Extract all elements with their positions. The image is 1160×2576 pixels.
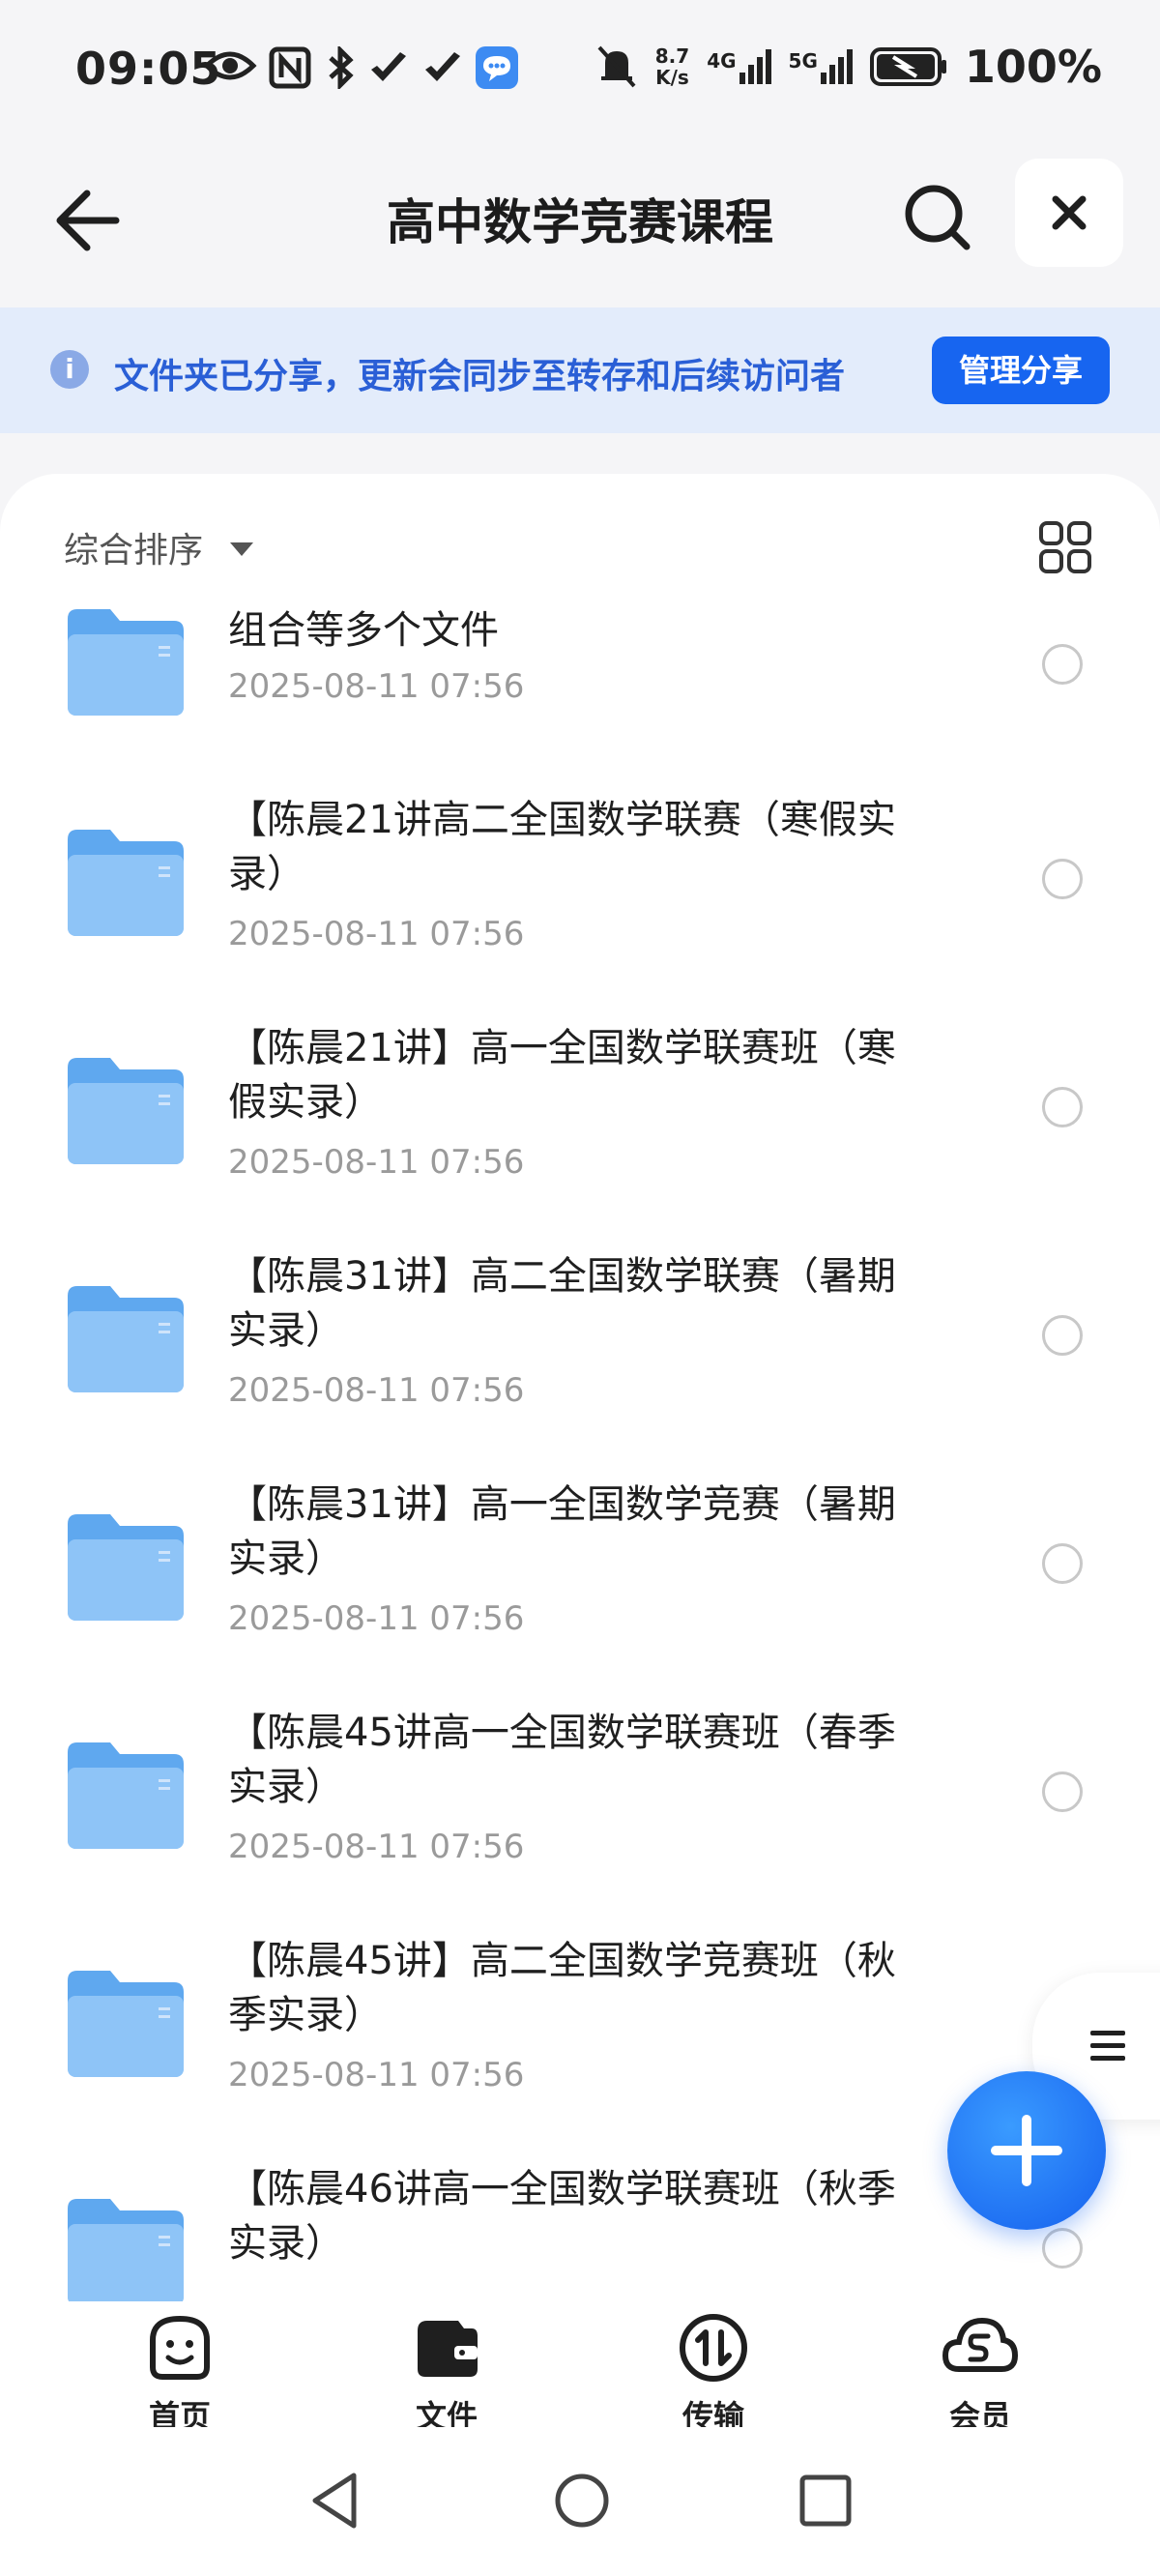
close-icon [1052,195,1087,230]
file-name: 【陈晨45讲】高二全国数学竞赛班（秋季实录） [228,1939,896,2037]
folder-icon [68,2199,184,2301]
share-banner: i 文件夹已分享，更新会同步至转存和后续访问者 管理分享 [0,307,1160,433]
sort-dropdown[interactable]: 综合排序 [64,522,254,572]
eye-icon [203,51,257,80]
select-radio[interactable] [1042,1771,1083,1812]
manage-share-button[interactable]: 管理分享 [932,337,1110,404]
message-bubble-icon [476,46,518,89]
close-button[interactable] [1015,159,1123,267]
battery-percent: 100% [964,41,1102,93]
file-name: 【陈晨31讲】高二全国数学联赛（暑期实录） [228,1254,896,1353]
status-right: 8.7 K/s 4G 5G 100% [595,41,1102,93]
select-radio[interactable] [1042,1315,1083,1356]
folder-icon [68,609,184,716]
add-fab-button[interactable] [947,2071,1106,2230]
file-date: 2025-08-11 07:56 [228,2056,525,2094]
app-notification-icon [371,52,406,81]
file-row[interactable]: 【陈晨45讲高一全国数学联赛班（春季实录） 2025-08-11 07:56 [0,1706,1160,1934]
folder-icon [68,1742,184,1849]
caret-down-icon [230,542,254,556]
system-back-icon[interactable] [307,2470,362,2532]
nav-files[interactable]: 文件 [369,2311,524,2437]
file-date: 2025-08-11 07:56 [228,1828,525,1866]
file-row[interactable]: 【陈晨21讲高二全国数学联赛（寒假实录） 2025-08-11 07:56 [0,793,1160,1021]
member-cloud-icon [942,2317,1019,2372]
nav-transfer[interactable]: 传输 [636,2311,791,2437]
status-bar: 09:05 8.7 K/s 4G 5G 100% [0,0,1160,145]
file-date: 2025-08-11 07:56 [228,1371,525,1410]
file-name: 【陈晨46讲高一全国数学联赛班（秋季实录） [228,2167,896,2266]
file-row[interactable]: 【陈晨31讲】高一全国数学竞赛（暑期实录） 2025-08-11 07:56 [0,1478,1160,1706]
folder-icon [68,1286,184,1392]
search-icon[interactable] [899,179,976,256]
file-name: 【陈晨21讲高二全国数学联赛（寒假实录） [228,798,896,896]
mute-bell-icon [597,45,636,88]
files-wallet-icon [418,2321,478,2377]
file-date: 2025-08-11 07:56 [228,915,525,953]
select-radio[interactable] [1042,2228,1083,2269]
nav-member[interactable]: 会员 [903,2311,1058,2437]
file-name: 【陈晨45讲高一全国数学联赛班（春季实录） [228,1711,896,1809]
file-row[interactable]: 【陈晨21讲】高一全国数学联赛班（寒假实录） 2025-08-11 07:56 [0,1021,1160,1249]
bluetooth-icon [329,46,354,89]
select-radio[interactable] [1042,1543,1083,1584]
file-name: 【陈晨21讲】高一全国数学联赛班（寒假实录） [228,1026,896,1125]
system-home-icon[interactable] [553,2472,611,2530]
file-date: 2025-08-11 07:56 [228,667,525,706]
file-list-panel: 综合排序 组合等多个文件 2025-08-11 07:56 【陈晨21讲高二全国… [0,474,1160,2301]
signal-5g: 5G [789,49,853,84]
nav-home[interactable]: 首页 [102,2311,257,2437]
menu-lines-icon [1090,2031,1125,2061]
battery-charging-icon [869,47,946,86]
file-list: 组合等多个文件 2025-08-11 07:56 【陈晨21讲高二全国数学联赛（… [0,600,1160,2301]
system-recents-icon[interactable] [798,2474,853,2528]
grid-view-icon[interactable] [1038,520,1092,574]
nfc-icon [269,46,311,89]
home-face-icon [150,2315,210,2380]
select-radio[interactable] [1042,1087,1083,1127]
folder-icon [68,1514,184,1621]
file-date: 2025-08-11 07:56 [228,1599,525,1638]
transfer-icon [680,2314,747,2382]
system-navigation-bar [0,2427,1160,2576]
page-title: 高中数学竞赛课程 [387,194,773,250]
info-icon: i [50,350,89,389]
file-name: 【陈晨31讲】高一全国数学竞赛（暑期实录） [228,1482,896,1581]
sort-label: 综合排序 [64,531,204,571]
signal-4g: 4G [707,49,771,84]
plus-icon [991,2115,1062,2186]
status-time: 09:05 [75,43,222,95]
file-date: 2025-08-11 07:56 [228,1143,525,1182]
file-row[interactable]: 【陈晨31讲】高二全国数学联赛（暑期实录） 2025-08-11 07:56 [0,1249,1160,1478]
network-speed: 8.7 K/s [654,44,690,89]
file-row[interactable]: 组合等多个文件 2025-08-11 07:56 [0,600,1160,793]
file-name: 组合等多个文件 [228,608,499,653]
folder-icon [68,830,184,936]
bottom-navigation: 首页 文件 传输 会员 [0,2301,1160,2435]
top-bar: 高中数学竞赛课程 [0,145,1160,290]
share-message: 文件夹已分享，更新会同步至转存和后续访问者 [114,357,846,396]
folder-icon [68,1058,184,1164]
folder-icon [68,1971,184,2077]
app-notification-icon-2 [425,52,460,81]
select-radio[interactable] [1042,644,1083,685]
select-radio[interactable] [1042,859,1083,899]
